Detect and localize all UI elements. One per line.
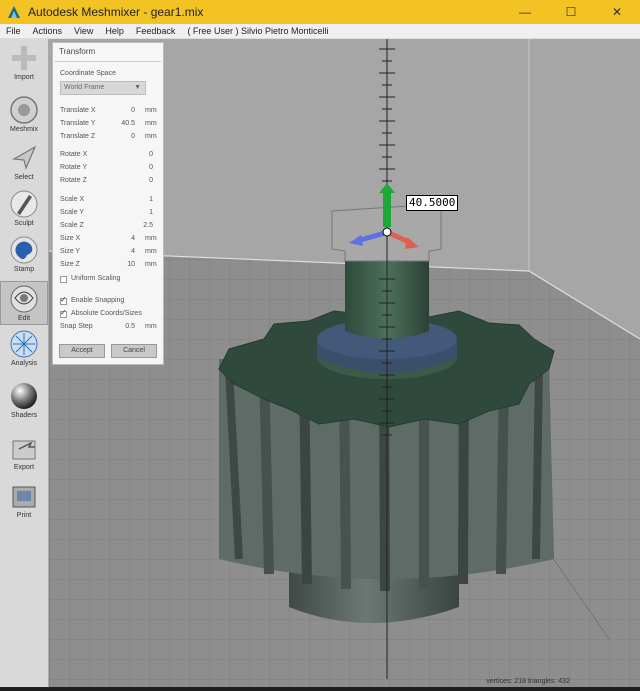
field-unit: mm [145, 235, 157, 242]
export-icon [12, 440, 36, 460]
scale-y-value[interactable]: 1 [123, 209, 153, 216]
tool-analysis[interactable]: Analysis [0, 329, 48, 367]
size-z-value[interactable]: 10 [105, 261, 135, 268]
tool-select-label: Select [14, 174, 34, 181]
field-label: Rotate X [60, 151, 88, 158]
plus-icon [12, 46, 36, 70]
tool-sculpt[interactable]: Sculpt [0, 189, 48, 227]
field-label: Translate Z [60, 133, 96, 140]
rotate-z-value[interactable]: 0 [123, 177, 153, 184]
tool-export-label: Export [13, 464, 35, 471]
window-bottom-edge [0, 687, 640, 691]
menu-file[interactable]: File [6, 26, 21, 36]
tool-stamp-label: Stamp [13, 266, 35, 273]
tool-shaders-label: Shaders [10, 412, 38, 419]
panel-title: Transform [59, 47, 96, 56]
meshmixer-app-icon [8, 6, 20, 18]
tool-import[interactable]: Import [0, 43, 48, 81]
translate-readout: 40.5000 [406, 195, 459, 211]
uniform-scaling-checkbox[interactable] [60, 276, 67, 283]
field-unit: mm [145, 133, 157, 140]
field-label: Scale Z [60, 222, 84, 229]
field-label: Size X [60, 235, 81, 242]
field-label: Scale Y [60, 209, 84, 216]
tool-export[interactable]: Export [0, 433, 48, 471]
enable-snapping-checkbox[interactable] [60, 295, 67, 305]
sculpt-brush-icon [10, 190, 38, 218]
panel-divider [55, 61, 161, 62]
field-label: Translate Y [60, 120, 96, 127]
tool-print-label: Print [16, 512, 32, 519]
field-unit: mm [145, 248, 157, 255]
maximize-button[interactable]: ☐ [548, 0, 594, 24]
menu-view[interactable]: View [74, 26, 93, 36]
tool-import-label: Import [14, 74, 34, 81]
enable-snapping-label: Enable Snapping [71, 297, 125, 304]
scale-z-value[interactable]: 2.5 [123, 222, 153, 229]
rotate-y-value[interactable]: 0 [123, 164, 153, 171]
field-label: Scale X [60, 196, 85, 203]
tool-print[interactable]: Print [0, 481, 48, 519]
minimize-button[interactable]: — [502, 0, 548, 24]
coord-space-label: Coordinate Space [60, 70, 117, 77]
absolute-coords-label: Absolute Coords/Sizes [71, 310, 142, 317]
snap-step-value[interactable]: 0.5 [105, 323, 135, 330]
menu-actions[interactable]: Actions [33, 26, 63, 36]
tool-sculpt-label: Sculpt [14, 220, 34, 227]
gizmo-y-axis[interactable] [383, 191, 391, 227]
window-titlebar[interactable]: Autodesk Meshmixer - gear1.mix — ☐ ✕ [0, 0, 640, 24]
size-x-value[interactable]: 4 [105, 235, 135, 242]
cancel-button[interactable]: Cancel [111, 344, 157, 358]
shaders-sphere-icon [11, 383, 37, 409]
tool-stamp[interactable]: Stamp [0, 235, 48, 273]
field-unit: mm [145, 107, 157, 114]
analysis-icon [10, 330, 38, 358]
snap-step-unit: mm [145, 323, 157, 330]
scale-x-value[interactable]: 1 [123, 196, 153, 203]
tool-sidebar: Import Meshmix Select Sculpt Stamp Edit … [0, 39, 49, 691]
translate-z-value[interactable]: 0 [105, 133, 135, 140]
gizmo-center-handle[interactable] [382, 227, 392, 237]
uniform-scaling-label: Uniform Scaling [71, 275, 121, 282]
coord-space-dropdown[interactable]: World Frame ▼ [60, 81, 146, 95]
absolute-coords-checkbox[interactable] [60, 308, 67, 318]
mesh-stats: vertices: 218 triangles: 432 [486, 678, 570, 685]
meshmix-icon [10, 96, 38, 124]
field-label: Size Z [60, 261, 80, 268]
tool-edit-label: Edit [17, 315, 31, 322]
tool-meshmix-label: Meshmix [9, 126, 38, 133]
menu-feedback[interactable]: Feedback [136, 26, 176, 36]
coord-space-value: World Frame [64, 84, 105, 91]
field-unit: mm [145, 261, 157, 268]
window-title: Autodesk Meshmixer - gear1.mix [28, 5, 204, 19]
rotate-x-value[interactable]: 0 [123, 151, 153, 158]
transform-panel: Transform Coordinate Space World Frame ▼… [52, 42, 164, 365]
field-unit: mm [145, 120, 157, 127]
tool-edit[interactable]: Edit [0, 281, 48, 325]
translate-x-value[interactable]: 0 [105, 107, 135, 114]
select-arrow-icon [12, 145, 37, 170]
field-label: Rotate Y [60, 164, 88, 171]
accept-button[interactable]: Accept [59, 344, 105, 358]
snap-step-label: Snap Step [60, 323, 93, 330]
dropdown-arrow-icon: ▼ [134, 84, 141, 91]
user-account-label[interactable]: ( Free User ) Silvio Pietro Monticelli [187, 26, 328, 36]
field-label: Rotate Z [60, 177, 87, 184]
print-icon [12, 486, 36, 508]
tool-analysis-label: Analysis [10, 360, 38, 367]
tool-select[interactable]: Select [0, 143, 48, 181]
tool-meshmix[interactable]: Meshmix [0, 95, 48, 133]
field-label: Translate X [60, 107, 96, 114]
menu-bar: File Actions View Help Feedback ( Free U… [0, 24, 640, 39]
edit-icon [10, 285, 38, 313]
translate-y-value[interactable]: 40.5 [105, 120, 135, 127]
menu-help[interactable]: Help [105, 26, 124, 36]
field-label: Size Y [60, 248, 81, 255]
size-y-value[interactable]: 4 [105, 248, 135, 255]
tool-shaders[interactable]: Shaders [0, 381, 48, 419]
stamp-icon [10, 236, 38, 264]
close-button[interactable]: ✕ [594, 0, 640, 24]
